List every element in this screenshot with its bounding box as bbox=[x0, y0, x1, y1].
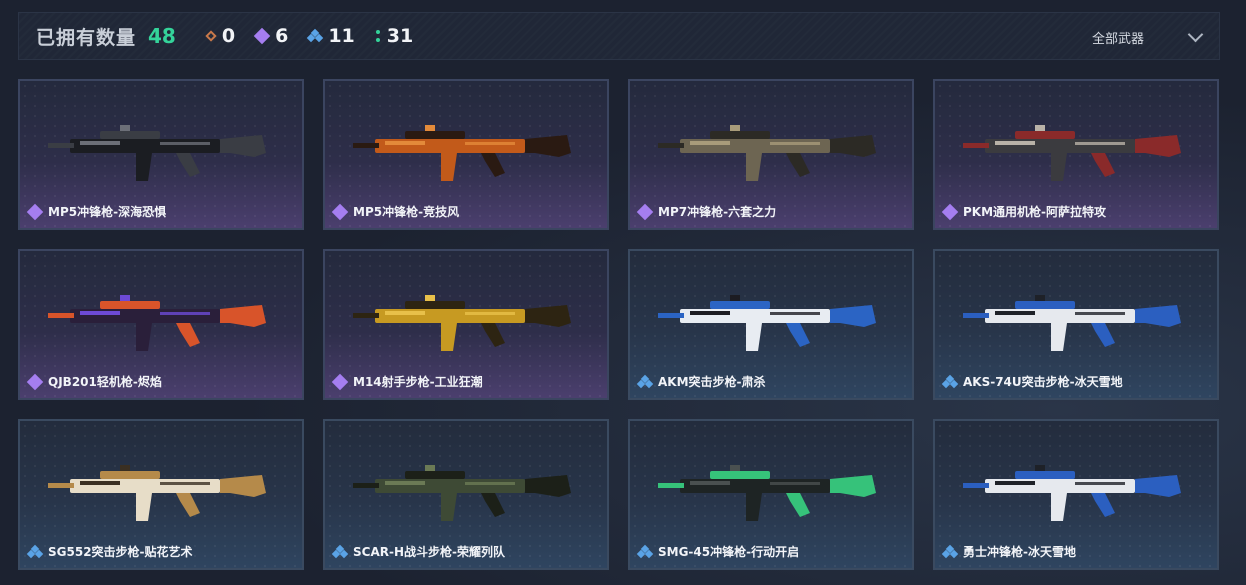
purple-rarity-icon bbox=[253, 27, 271, 45]
weapon-name: 勇士冲锋枪-冰天雪地 bbox=[963, 545, 1076, 559]
chevron-down-icon bbox=[1187, 26, 1204, 42]
stat-blue: 11 bbox=[307, 25, 355, 47]
blue-rarity-icon bbox=[636, 374, 654, 388]
weapon-card[interactable]: 勇士冲锋枪-冰天雪地 bbox=[933, 419, 1219, 570]
weapon-filter-dropdown[interactable]: 全部武器 bbox=[1091, 13, 1204, 61]
inventory-header: 已拥有数量 48 0 6 11 31 全部武器 bbox=[18, 12, 1220, 60]
blue-rarity-icon bbox=[636, 544, 654, 558]
stat-purple: 6 bbox=[253, 25, 289, 47]
weapon-label: 勇士冲锋枪-冰天雪地 bbox=[941, 543, 1076, 560]
weapon-name: AKM突击步枪-肃杀 bbox=[658, 375, 766, 389]
weapon-label: AKS-74U突击步枪-冰天雪地 bbox=[941, 373, 1123, 390]
weapon-name: SCAR-H战斗步枪-荣耀列队 bbox=[353, 545, 505, 559]
purple-rarity-icon bbox=[26, 203, 44, 220]
weapon-label: SCAR-H战斗步枪-荣耀列队 bbox=[331, 543, 505, 560]
weapon-name: QJB201轻机枪-烬焰 bbox=[48, 375, 162, 389]
weapon-card[interactable]: MP7冲锋枪-六套之力 bbox=[628, 79, 914, 230]
weapon-label: MP5冲锋枪-深海恐惧 bbox=[26, 203, 167, 220]
stat-purple-count: 6 bbox=[275, 25, 289, 47]
weapon-card[interactable]: MP5冲锋枪-竞技风 bbox=[323, 79, 609, 230]
purple-rarity-icon bbox=[941, 203, 959, 220]
owned-total: 48 bbox=[148, 24, 176, 48]
weapon-image bbox=[48, 125, 266, 181]
weapon-image bbox=[48, 465, 266, 521]
weapon-name: MP5冲锋枪-竞技风 bbox=[353, 205, 460, 219]
owned-count-title: 已拥有数量 bbox=[36, 26, 137, 49]
weapon-image bbox=[658, 125, 876, 181]
blue-rarity-icon bbox=[26, 544, 44, 558]
stat-orange: 0 bbox=[206, 25, 235, 47]
orange-rarity-icon bbox=[206, 31, 216, 41]
weapon-image bbox=[963, 465, 1181, 521]
weapon-image bbox=[353, 125, 571, 181]
stat-blue-count: 11 bbox=[328, 25, 355, 47]
weapon-card[interactable]: M14射手步枪-工业狂潮 bbox=[323, 249, 609, 400]
weapon-label: SG552突击步枪-贴花艺术 bbox=[26, 543, 193, 560]
blue-rarity-icon bbox=[307, 28, 324, 43]
purple-rarity-icon bbox=[331, 373, 349, 390]
weapon-image bbox=[353, 465, 571, 521]
weapon-image bbox=[658, 465, 876, 521]
weapon-label: SMG-45冲锋枪-行动开启 bbox=[636, 543, 800, 560]
weapon-image bbox=[353, 295, 571, 351]
purple-rarity-icon bbox=[331, 203, 349, 220]
blue-rarity-icon bbox=[941, 374, 959, 388]
weapon-label: PKM通用机枪-阿萨拉特攻 bbox=[941, 203, 1107, 220]
weapon-label: MP5冲锋枪-竞技风 bbox=[331, 203, 460, 220]
weapon-card[interactable]: AKM突击步枪-肃杀 bbox=[628, 249, 914, 400]
weapon-label: QJB201轻机枪-烬焰 bbox=[26, 373, 162, 390]
weapon-name: AKS-74U突击步枪-冰天雪地 bbox=[963, 375, 1123, 389]
weapon-image bbox=[658, 295, 876, 351]
weapon-name: M14射手步枪-工业狂潮 bbox=[353, 375, 483, 389]
weapon-card[interactable]: SG552突击步枪-贴花艺术 bbox=[18, 419, 304, 570]
blue-rarity-icon bbox=[331, 544, 349, 558]
weapon-name: SG552突击步枪-贴花艺术 bbox=[48, 545, 193, 559]
weapon-card[interactable]: QJB201轻机枪-烬焰 bbox=[18, 249, 304, 400]
weapon-name: PKM通用机枪-阿萨拉特攻 bbox=[963, 205, 1107, 219]
blue-rarity-icon bbox=[941, 544, 959, 558]
purple-rarity-icon bbox=[636, 203, 654, 220]
stat-orange-count: 0 bbox=[221, 25, 236, 47]
weapon-grid: MP5冲锋枪-深海恐惧 MP5冲锋枪-竞技风 MP7冲锋枪-六套之力 PKM通用… bbox=[18, 79, 1219, 570]
weapon-card[interactable]: SMG-45冲锋枪-行动开启 bbox=[628, 419, 914, 570]
stat-green: 31 bbox=[375, 25, 413, 47]
weapon-name: MP7冲锋枪-六套之力 bbox=[658, 205, 777, 219]
weapon-name: SMG-45冲锋枪-行动开启 bbox=[658, 545, 800, 559]
weapon-image bbox=[963, 295, 1181, 351]
weapon-label: MP7冲锋枪-六套之力 bbox=[636, 203, 777, 220]
weapon-image bbox=[48, 295, 266, 351]
weapon-card[interactable]: SCAR-H战斗步枪-荣耀列队 bbox=[323, 419, 609, 570]
weapon-name: MP5冲锋枪-深海恐惧 bbox=[48, 205, 167, 219]
weapon-label: M14射手步枪-工业狂潮 bbox=[331, 373, 483, 390]
green-rarity-icon bbox=[375, 29, 381, 43]
weapon-card[interactable]: AKS-74U突击步枪-冰天雪地 bbox=[933, 249, 1219, 400]
weapon-filter-label: 全部武器 bbox=[1091, 31, 1144, 47]
purple-rarity-icon bbox=[26, 373, 44, 390]
weapon-card[interactable]: PKM通用机枪-阿萨拉特攻 bbox=[933, 79, 1219, 230]
weapon-label: AKM突击步枪-肃杀 bbox=[636, 373, 766, 390]
stat-green-count: 31 bbox=[386, 25, 414, 47]
weapon-card[interactable]: MP5冲锋枪-深海恐惧 bbox=[18, 79, 304, 230]
weapon-image bbox=[963, 125, 1181, 181]
